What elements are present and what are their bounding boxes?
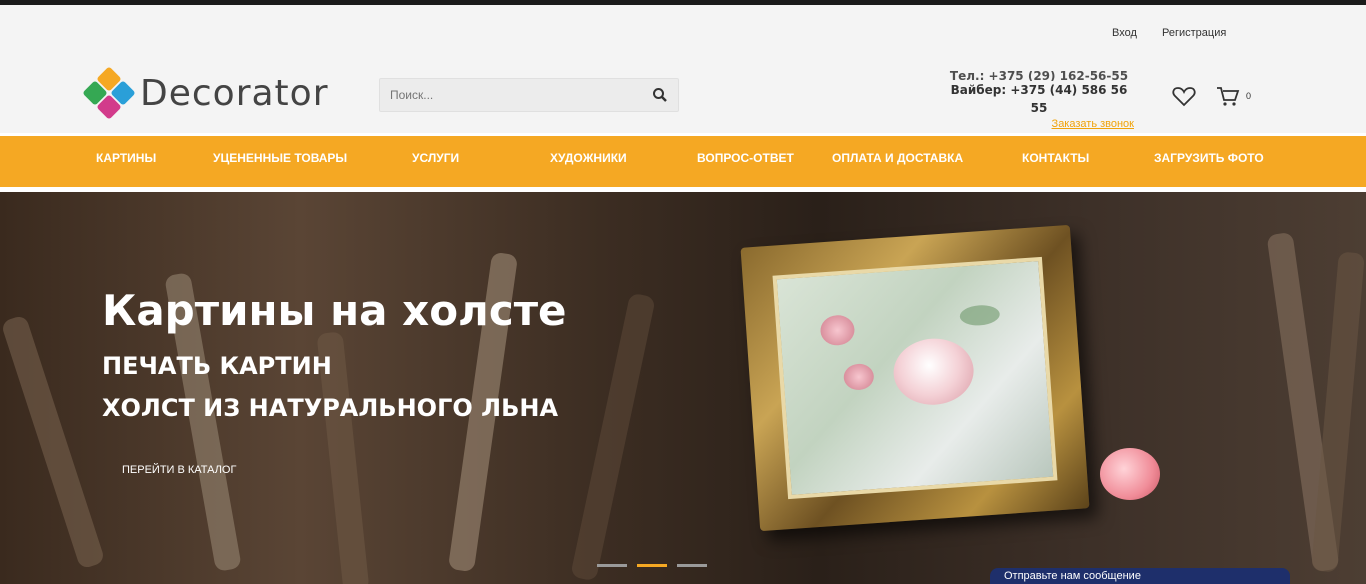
brush-decoration bbox=[0, 314, 106, 570]
slider-dot[interactable] bbox=[677, 564, 707, 567]
main-nav: КАРТИНЫ УЦЕНЕННЫЕ ТОВАРЫ УСЛУГИ ХУДОЖНИК… bbox=[0, 136, 1366, 187]
slider-dot[interactable] bbox=[597, 564, 627, 567]
register-link[interactable]: Регистрация bbox=[1162, 27, 1226, 39]
nav-item-artists[interactable]: ХУДОЖНИКИ bbox=[550, 151, 627, 165]
nav-item-faq[interactable]: ВОПРОС-ОТВЕТ bbox=[697, 151, 794, 165]
slider-dot-active[interactable] bbox=[637, 564, 667, 567]
cart-count: 0 bbox=[1246, 91, 1252, 101]
rose-decoration bbox=[1100, 448, 1160, 500]
nav-item-payment-delivery[interactable]: ОПЛАТА И ДОСТАВКА bbox=[832, 151, 963, 165]
logo-icon bbox=[82, 66, 136, 120]
picture-frame bbox=[740, 224, 1090, 532]
hero-slider: Картины на холсте ПЕЧАТЬ КАРТИН ХОЛСТ ИЗ… bbox=[0, 192, 1366, 584]
site-logo[interactable]: Decorator bbox=[82, 61, 344, 125]
heart-icon[interactable] bbox=[1172, 85, 1196, 107]
hero-title: Картины на холсте bbox=[102, 286, 567, 335]
chat-widget[interactable]: Отправьте нам сообщение bbox=[990, 568, 1290, 584]
site-header: Decorator Вход Регистрация Тел.: +375 (2… bbox=[0, 5, 1366, 133]
search-input[interactable] bbox=[380, 79, 640, 111]
contact-phones: Тел.: +375 (29) 162-56-55 Вайбер: +375 (… bbox=[944, 71, 1134, 131]
hero-subtitle-print: ПЕЧАТЬ КАРТИН bbox=[102, 352, 332, 380]
catalog-link[interactable]: ПЕРЕЙТИ В КАТАЛОГ bbox=[122, 464, 236, 476]
hero-subtitle-canvas: ХОЛСТ ИЗ НАТУРАЛЬНОГО ЛЬНА bbox=[102, 394, 559, 422]
hero-image-framed-painting bbox=[714, 216, 1258, 564]
brush-decoration bbox=[570, 292, 656, 582]
cart-icon[interactable] bbox=[1216, 85, 1240, 107]
nav-item-services[interactable]: УСЛУГИ bbox=[412, 151, 459, 165]
brush-decoration bbox=[1311, 251, 1365, 573]
phone-primary: Тел.: +375 (29) 162-56-55 bbox=[949, 71, 1129, 81]
nav-item-paintings[interactable]: КАРТИНЫ bbox=[96, 151, 156, 165]
painting-roses bbox=[772, 256, 1058, 500]
nav-item-contacts[interactable]: КОНТАКТЫ bbox=[1022, 151, 1089, 165]
search-box bbox=[379, 78, 679, 112]
search-icon[interactable] bbox=[652, 87, 668, 103]
slider-dots bbox=[597, 564, 707, 567]
phone-viber: Вайбер: +375 (44) 586 56 55 bbox=[950, 83, 1128, 115]
nav-item-upload-photo[interactable]: ЗАГРУЗИТЬ ФОТО bbox=[1154, 151, 1264, 165]
nav-item-discounted[interactable]: УЦЕНЕННЫЕ ТОВАРЫ bbox=[213, 151, 347, 165]
logo-text: Decorator bbox=[140, 72, 329, 114]
login-link[interactable]: Вход bbox=[1112, 27, 1137, 39]
callback-link[interactable]: Заказать звонок bbox=[944, 117, 1134, 131]
